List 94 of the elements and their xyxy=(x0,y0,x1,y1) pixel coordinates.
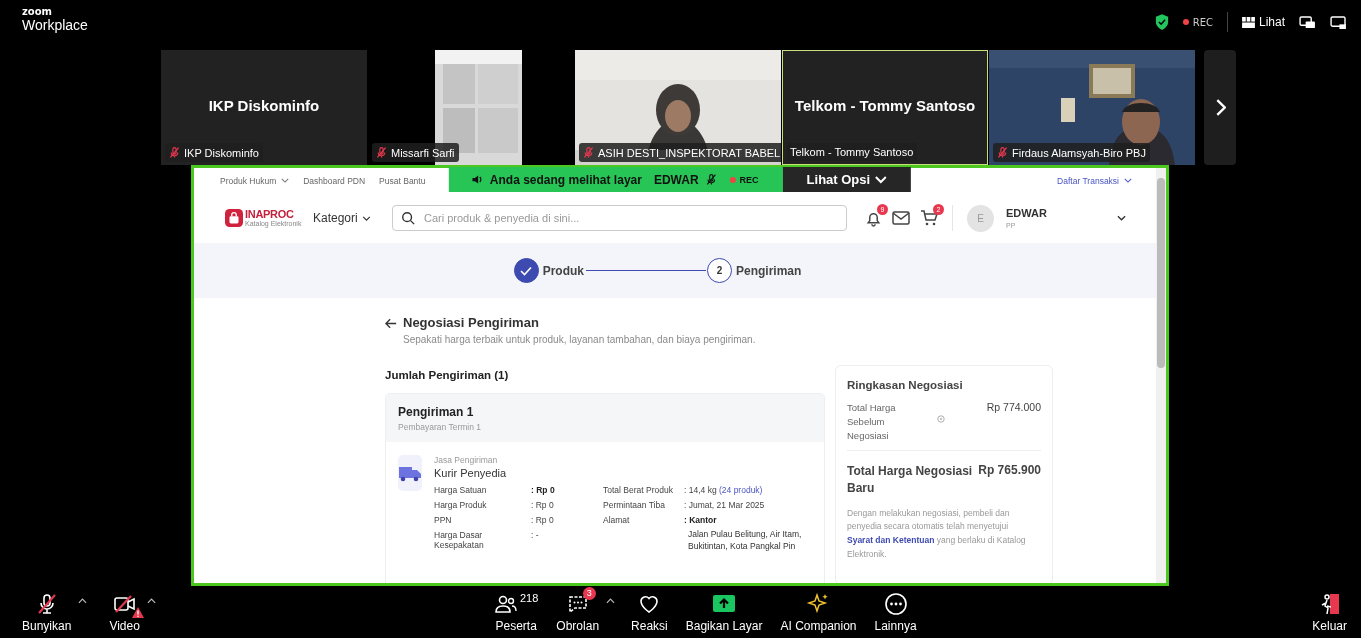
leave-toolbar-button[interactable]: Keluar xyxy=(1308,591,1351,633)
summary-label: Total Harga Sebelum Negosiasi xyxy=(847,401,897,443)
terms-link[interactable]: Syarat dan Ketentuan xyxy=(847,535,935,546)
address-text: Jalan Pulau Belitung, Air Itam, Bukitintan, Kota Pangkal Pin xyxy=(687,528,803,553)
more-toolbar-button[interactable]: Lainnya xyxy=(870,591,921,633)
back-arrow-icon[interactable] xyxy=(385,318,397,329)
chevron-down-icon xyxy=(361,215,371,221)
detail-label: Total Berat Produk xyxy=(603,485,674,495)
participant-title: IKP Diskominfo xyxy=(208,97,320,114)
cart-icon[interactable] xyxy=(920,210,938,226)
detail-label: Harga Dasar Kesepakatan xyxy=(434,530,485,550)
video-tile[interactable]: Missarfi Sarfi xyxy=(368,50,574,165)
chevron-down-icon xyxy=(875,175,888,184)
participants-toolbar-button[interactable]: 218 Peserta xyxy=(490,591,543,633)
caret-icon[interactable] xyxy=(78,597,88,604)
detail-label: Harga Produk xyxy=(434,500,488,510)
more-icon xyxy=(883,591,908,616)
page-subtitle: Sepakati harga terbaik untuk produk, layanan tambahan, dan biaya pengiriman. xyxy=(403,334,756,345)
detail-value: : Rp 0 xyxy=(531,485,556,495)
shopping-bag-icon xyxy=(225,209,243,227)
name-text: ASIH DESTI_INSPEKTORAT BABEL xyxy=(598,146,781,159)
banner-text: Anda sedang melihat layar xyxy=(489,172,642,187)
video-tile[interactable]: Firdaus Alamsyah-Biro PBJ xyxy=(989,50,1195,165)
mail-icon[interactable] xyxy=(892,211,910,225)
step-label: Produk xyxy=(542,263,584,278)
step-label: Pengiriman xyxy=(736,263,802,278)
speaker-icon xyxy=(470,173,484,186)
service-label: Jasa Pengiriman xyxy=(434,455,499,465)
popout-icon[interactable] xyxy=(1299,15,1316,29)
detail-value: : Jumat, 21 Mar 2025 xyxy=(684,500,766,510)
product-name: Workplace xyxy=(22,18,88,32)
caret-icon[interactable] xyxy=(146,597,156,604)
top-link[interactable]: Pusat Bantu xyxy=(379,175,426,186)
transactions-link[interactable]: Daftar Transaksi xyxy=(1057,175,1132,186)
search-icon xyxy=(401,211,415,225)
video-tile[interactable]: IKP Diskominfo IKP Diskominfo xyxy=(161,50,367,165)
mic-toolbar-button[interactable]: Bunyikan xyxy=(18,591,90,633)
detail-value: : Kantor xyxy=(684,515,718,525)
ai-toolbar-button[interactable]: AI Companion xyxy=(776,591,861,633)
detail-label: PPN xyxy=(434,515,453,525)
detail-label: Harga Satuan xyxy=(434,485,488,495)
name-text: IKP Diskominfo xyxy=(184,146,259,159)
caret-icon[interactable] xyxy=(606,597,616,604)
chevron-down-icon xyxy=(1124,178,1132,183)
user-name: EDWAR xyxy=(1006,207,1048,219)
product-count-link[interactable]: (24 produk) xyxy=(719,485,763,495)
detail-value: : 14,4 kg xyxy=(684,485,717,495)
summary-title: Ringkasan Negosiasi xyxy=(847,379,964,391)
video-toolbar-button[interactable]: Video xyxy=(105,591,158,633)
recording-indicator: REC xyxy=(1182,16,1213,28)
name-text: Firdaus Alamsyah-Biro PBJ xyxy=(1012,146,1146,159)
view-options-button[interactable]: Lihat Opsi xyxy=(782,167,912,192)
detail-label: Permintaan Tiba xyxy=(603,500,666,510)
participant-title: Telkom - Tommy Santoso xyxy=(794,97,976,114)
logo-name: INAPROC xyxy=(245,209,295,220)
page-title: Negosiasi Pengiriman xyxy=(403,315,540,330)
top-link[interactable]: Produk Hukum xyxy=(220,175,290,186)
unread-badge: 3 xyxy=(582,586,596,600)
reactions-toolbar-button[interactable]: Reaksi xyxy=(627,591,672,633)
terms-note: Dengan melakukan negosiasi, pembeli dan penyedia secara otomatis telah menyetujui Syarat dan Ketentuan yang berlaku di Katalog Elektronik. xyxy=(847,506,1027,561)
share-toolbar-button[interactable]: Bagikan Layar xyxy=(681,591,767,633)
video-tile[interactable]: Telkom - Tommy Santoso Telkom - Tommy Santoso xyxy=(782,50,988,165)
brand-name: zoom xyxy=(22,7,53,17)
chevron-right-icon xyxy=(1214,99,1226,116)
summary-total-value: Rp 765.900 xyxy=(978,463,1041,480)
participant-count: 218 xyxy=(520,591,539,604)
shipment-subtitle: Pembayaran Termin 1 xyxy=(398,422,482,432)
summary-value: Rp 774.000 xyxy=(986,401,1041,413)
grid-icon xyxy=(1241,16,1255,28)
category-menu[interactable]: Kategori xyxy=(313,211,392,225)
video-tile[interactable]: ASIH DESTI_INSPEKTORAT BABEL xyxy=(575,50,781,165)
view-button[interactable]: Lihat xyxy=(1241,15,1285,29)
summary-total-label: Total Harga Negosiasi Baru xyxy=(847,463,974,497)
name-text: Telkom - Tommy Santoso xyxy=(790,146,914,158)
search-field[interactable]: Cari produk & penyedia di sini... xyxy=(392,205,847,231)
recording-indicator: REC xyxy=(729,174,759,185)
presenter-name: EDWAR xyxy=(653,172,699,187)
minimize-window-icon[interactable] xyxy=(1330,15,1347,29)
detail-value: : - xyxy=(531,530,540,542)
detail-value: : Rp 0 xyxy=(531,515,555,525)
detail-label: Alamat xyxy=(603,515,631,525)
chevron-down-icon[interactable] xyxy=(1117,215,1126,221)
scrollbar-thumb[interactable] xyxy=(1157,178,1165,368)
warning-icon xyxy=(131,606,144,618)
service-name: Kurir Penyedia xyxy=(434,467,508,479)
truck-icon xyxy=(398,455,422,491)
name-text: Missarfi Sarfi xyxy=(391,146,455,159)
top-link[interactable]: Dashboard PDN xyxy=(303,175,366,186)
shipment-title: Pengiriman 1 xyxy=(398,405,475,419)
step-number: 2 xyxy=(707,258,732,283)
detail-value: : Rp 0 xyxy=(531,500,555,510)
check-icon xyxy=(520,265,533,276)
section-heading: Jumlah Pengiriman (1) xyxy=(385,369,510,381)
shield-check-icon xyxy=(1154,14,1169,30)
